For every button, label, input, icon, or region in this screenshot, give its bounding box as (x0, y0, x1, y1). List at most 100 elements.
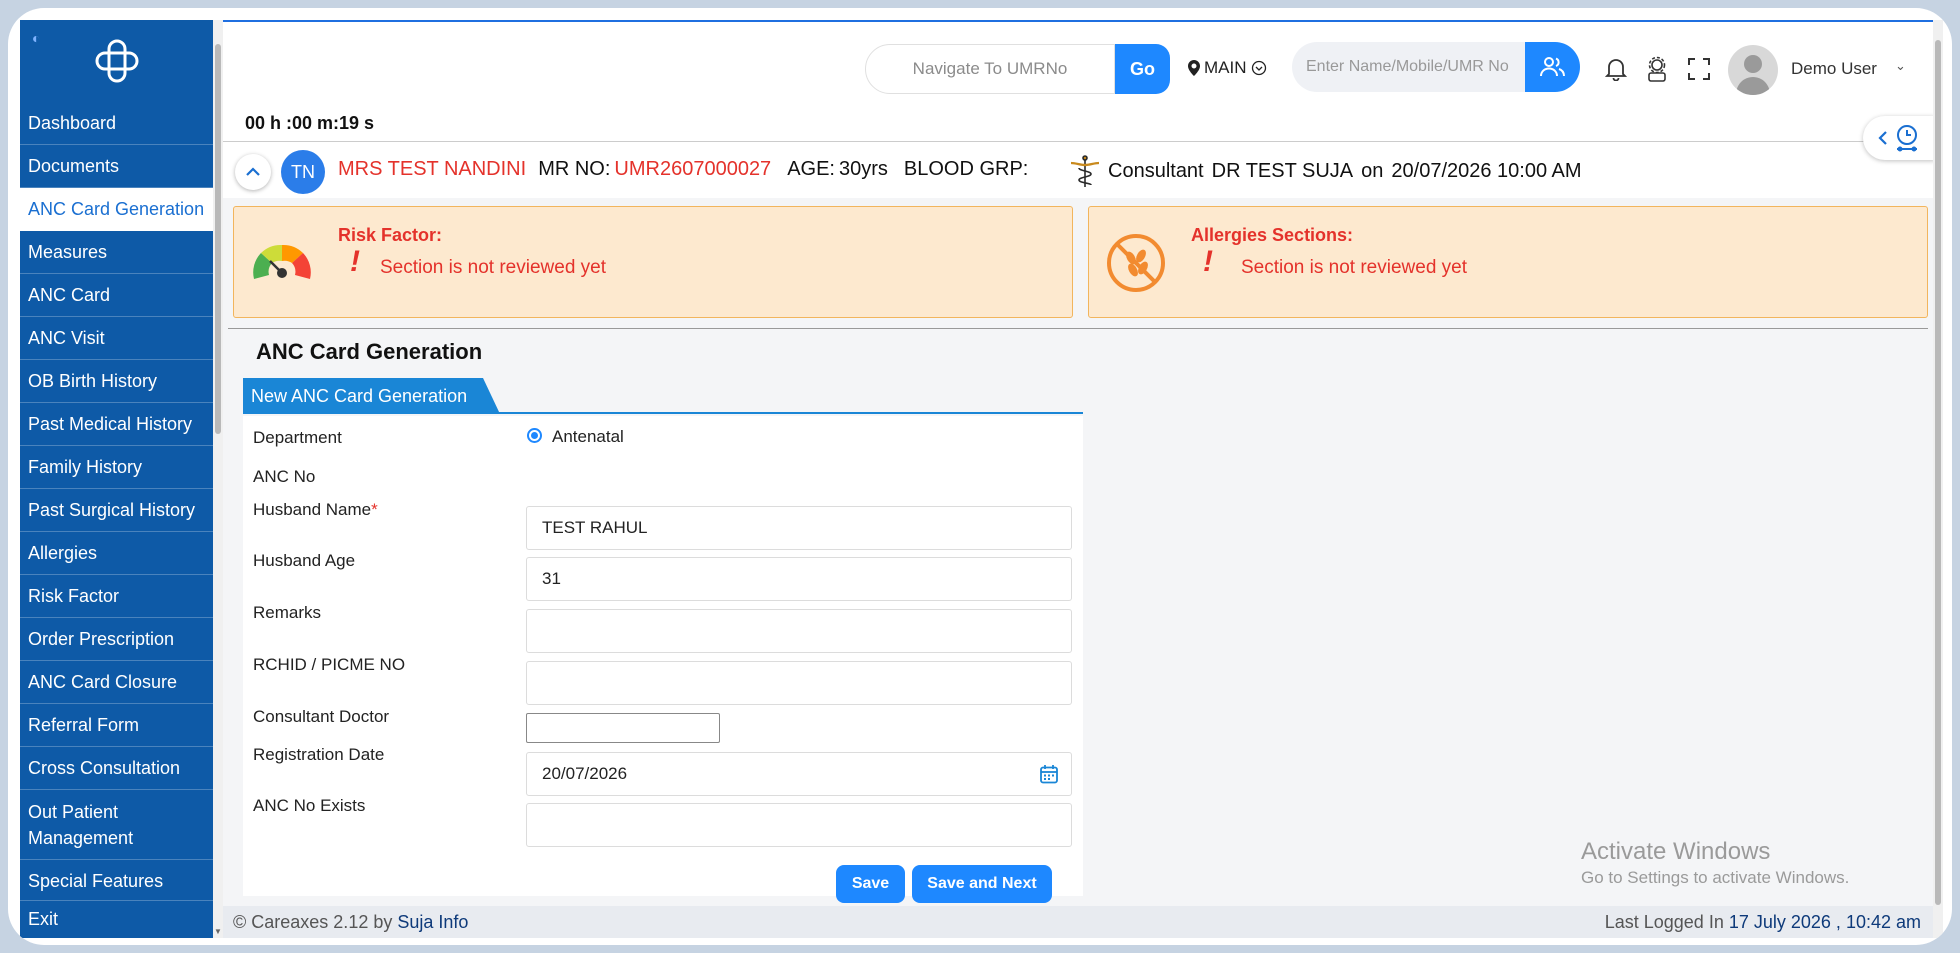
go-button[interactable]: Go (1115, 44, 1170, 94)
page-scrollbar[interactable] (1933, 20, 1943, 938)
scrollbar-thumb[interactable] (1935, 40, 1941, 905)
registration-date-field[interactable]: 20/07/2026 (526, 752, 1072, 796)
rchid-label: RCHID / PICME NO (253, 655, 406, 674)
anc-card-form: Department Antenatal ANC No Husband Name… (243, 416, 1083, 903)
blood-group-label: BLOOD GRP: (903, 158, 1029, 180)
sidebar-item-label: Risk Factor (28, 585, 120, 606)
patient-info: MRS TEST NANDINI MR NO: UMR2607000027 AG… (338, 158, 1048, 181)
fullscreen-icon[interactable] (1686, 56, 1712, 82)
chevron-up-icon (246, 167, 260, 176)
husband-name-field[interactable]: TEST RAHUL (526, 506, 1072, 550)
app-window: ◐ Dashboard Documents ANC Card Generation M… (8, 8, 1952, 945)
sidebar-item-out-patient-management[interactable]: Out Patient Management (20, 790, 213, 860)
anc-no-exists-field[interactable] (526, 803, 1072, 847)
sidebar-item-label: Dashboard (28, 112, 117, 133)
form-tab-bar: New ANC Card Generation (243, 378, 1083, 414)
registration-date-label: Registration Date (253, 745, 385, 764)
husband-name-label-text: Husband Name (253, 500, 372, 519)
risk-factor-message: Section is not reviewed yet (380, 257, 607, 278)
remarks-label: Remarks (253, 603, 322, 622)
sidebar-item-allergies[interactable]: Allergies (20, 532, 213, 575)
tab-new-anc-card-generation[interactable]: New ANC Card Generation (243, 378, 500, 414)
sidebar-item-anc-card[interactable]: ANC Card (20, 274, 213, 317)
sidebar-item-label: ANC Card Generation (28, 198, 205, 219)
username[interactable]: Demo User (1791, 59, 1877, 79)
scrollbar-thumb[interactable] (215, 44, 221, 434)
sidebar-item-label: Order Prescription (28, 628, 175, 649)
department-option-label[interactable]: Antenatal (552, 427, 624, 447)
location-pin-icon (1188, 60, 1200, 76)
warning-icon: ! (350, 245, 360, 278)
patient-search-placeholder: Enter Name/Mobile/UMR No (1306, 58, 1509, 75)
company-link[interactable]: Suja Info (397, 912, 468, 932)
patient-search-input[interactable]: Enter Name/Mobile/UMR No (1292, 42, 1525, 92)
sidebar-item-risk-factor[interactable]: Risk Factor (20, 575, 213, 618)
husband-age-field[interactable]: 31 (526, 557, 1072, 601)
collapse-button[interactable] (235, 154, 271, 190)
sidebar-item-documents[interactable]: Documents (20, 145, 213, 188)
patient-search-button[interactable] (1525, 42, 1580, 92)
sidebar-item-label: OB Birth History (28, 370, 158, 391)
windows-watermark-subtitle: Go to Settings to activate Windows. (1581, 868, 1850, 887)
department-label: Department (253, 428, 342, 447)
consultant-doctor-select[interactable] (526, 713, 720, 743)
sidebar-item-label: Cross Consultation (28, 757, 181, 778)
sidebar-item-measures[interactable]: Measures (20, 231, 213, 274)
divider (228, 328, 1928, 329)
save-button[interactable]: Save (836, 865, 905, 903)
sidebar-item-cross-consultation[interactable]: Cross Consultation (20, 747, 213, 790)
sidebar-item-dashboard[interactable]: Dashboard (20, 102, 213, 145)
sidebar-item-past-surgical-history[interactable]: Past Surgical History (20, 489, 213, 532)
save-and-next-button[interactable]: Save and Next (912, 865, 1052, 903)
app-logo[interactable]: ◐ (20, 20, 213, 102)
chevron-down-circle-icon (1251, 60, 1266, 76)
location-selector[interactable]: MAIN (1188, 58, 1267, 78)
husband-age-label: Husband Age (253, 551, 356, 570)
sidebar-item-label: Past Medical History (28, 413, 193, 434)
rchid-field[interactable] (526, 661, 1072, 705)
on-label: on (1361, 159, 1384, 182)
no-grain-allergy-icon (1107, 234, 1165, 292)
patient-banner: TN MRS TEST NANDINI MR NO: UMR2607000027… (223, 142, 1933, 198)
sidebar-item-label: Referral Form (28, 714, 140, 735)
sidebar-item-family-history[interactable]: Family History (20, 446, 213, 489)
chevron-down-icon[interactable]: ⌄ (1895, 58, 1906, 74)
doctor-settings-icon[interactable] (1644, 56, 1670, 82)
calendar-icon[interactable] (1039, 764, 1059, 784)
sidebar-scrollbar[interactable]: ▼ (213, 20, 223, 938)
remarks-field[interactable] (526, 609, 1072, 653)
notification-bell-icon[interactable] (1603, 56, 1629, 82)
sidebar-item-order-prescription[interactable]: Order Prescription (20, 618, 213, 661)
umr-navigate-input[interactable]: Navigate To UMRNo (865, 44, 1115, 94)
sidebar-item-exit[interactable]: Exit (20, 900, 213, 938)
warning-icon: ! (1203, 245, 1213, 278)
sidebar-item-ob-birth-history[interactable]: OB Birth History (20, 360, 213, 403)
user-avatar-icon (1736, 55, 1770, 95)
history-panel-toggle[interactable] (1863, 116, 1935, 160)
anc-no-exists-label: ANC No Exists (253, 796, 366, 815)
users-icon (1539, 57, 1565, 77)
last-login-label: Last Logged In (1604, 911, 1724, 932)
sidebar-item-past-medical-history[interactable]: Past Medical History (20, 403, 213, 446)
sidebar-item-anc-card-generation[interactable]: ANC Card Generation (20, 188, 213, 231)
sidebar-item-referral-form[interactable]: Referral Form (20, 704, 213, 747)
sidebar-item-anc-visit[interactable]: ANC Visit (20, 317, 213, 360)
scroll-down-icon[interactable]: ▼ (214, 927, 222, 936)
sidebar-item-special-features[interactable]: Special Features (20, 860, 213, 903)
allergies-title: Allergies Sections: (1191, 225, 1354, 245)
sidebar-item-label: ANC Card Closure (28, 671, 178, 692)
sidebar-item-label: ANC Visit (28, 327, 105, 348)
risk-factor-title: Risk Factor: (338, 225, 443, 245)
sidebar-item-label: Allergies (28, 542, 98, 563)
sidebar-item-anc-card-closure[interactable]: ANC Card Closure (20, 661, 213, 704)
location-label: MAIN (1204, 58, 1247, 77)
copyright-text: © Careaxes 2.12 by (233, 911, 393, 932)
sidebar-item-label: Exit (28, 909, 59, 929)
avatar[interactable] (1728, 45, 1778, 95)
consultant-name: DR TEST SUJA (1211, 159, 1354, 182)
main-content: Navigate To UMRNo Go MAIN Enter Name/Mob… (223, 20, 1935, 938)
allergies-alert[interactable]: Allergies Sections: ! Section is not rev… (1088, 206, 1928, 318)
consultant-info: Consultant DR TEST SUJA on 20/07/2026 10… (1068, 154, 1582, 188)
risk-factor-alert[interactable]: Risk Factor: ! Section is not reviewed y… (233, 206, 1073, 318)
department-radio-antenatal[interactable] (527, 428, 542, 443)
